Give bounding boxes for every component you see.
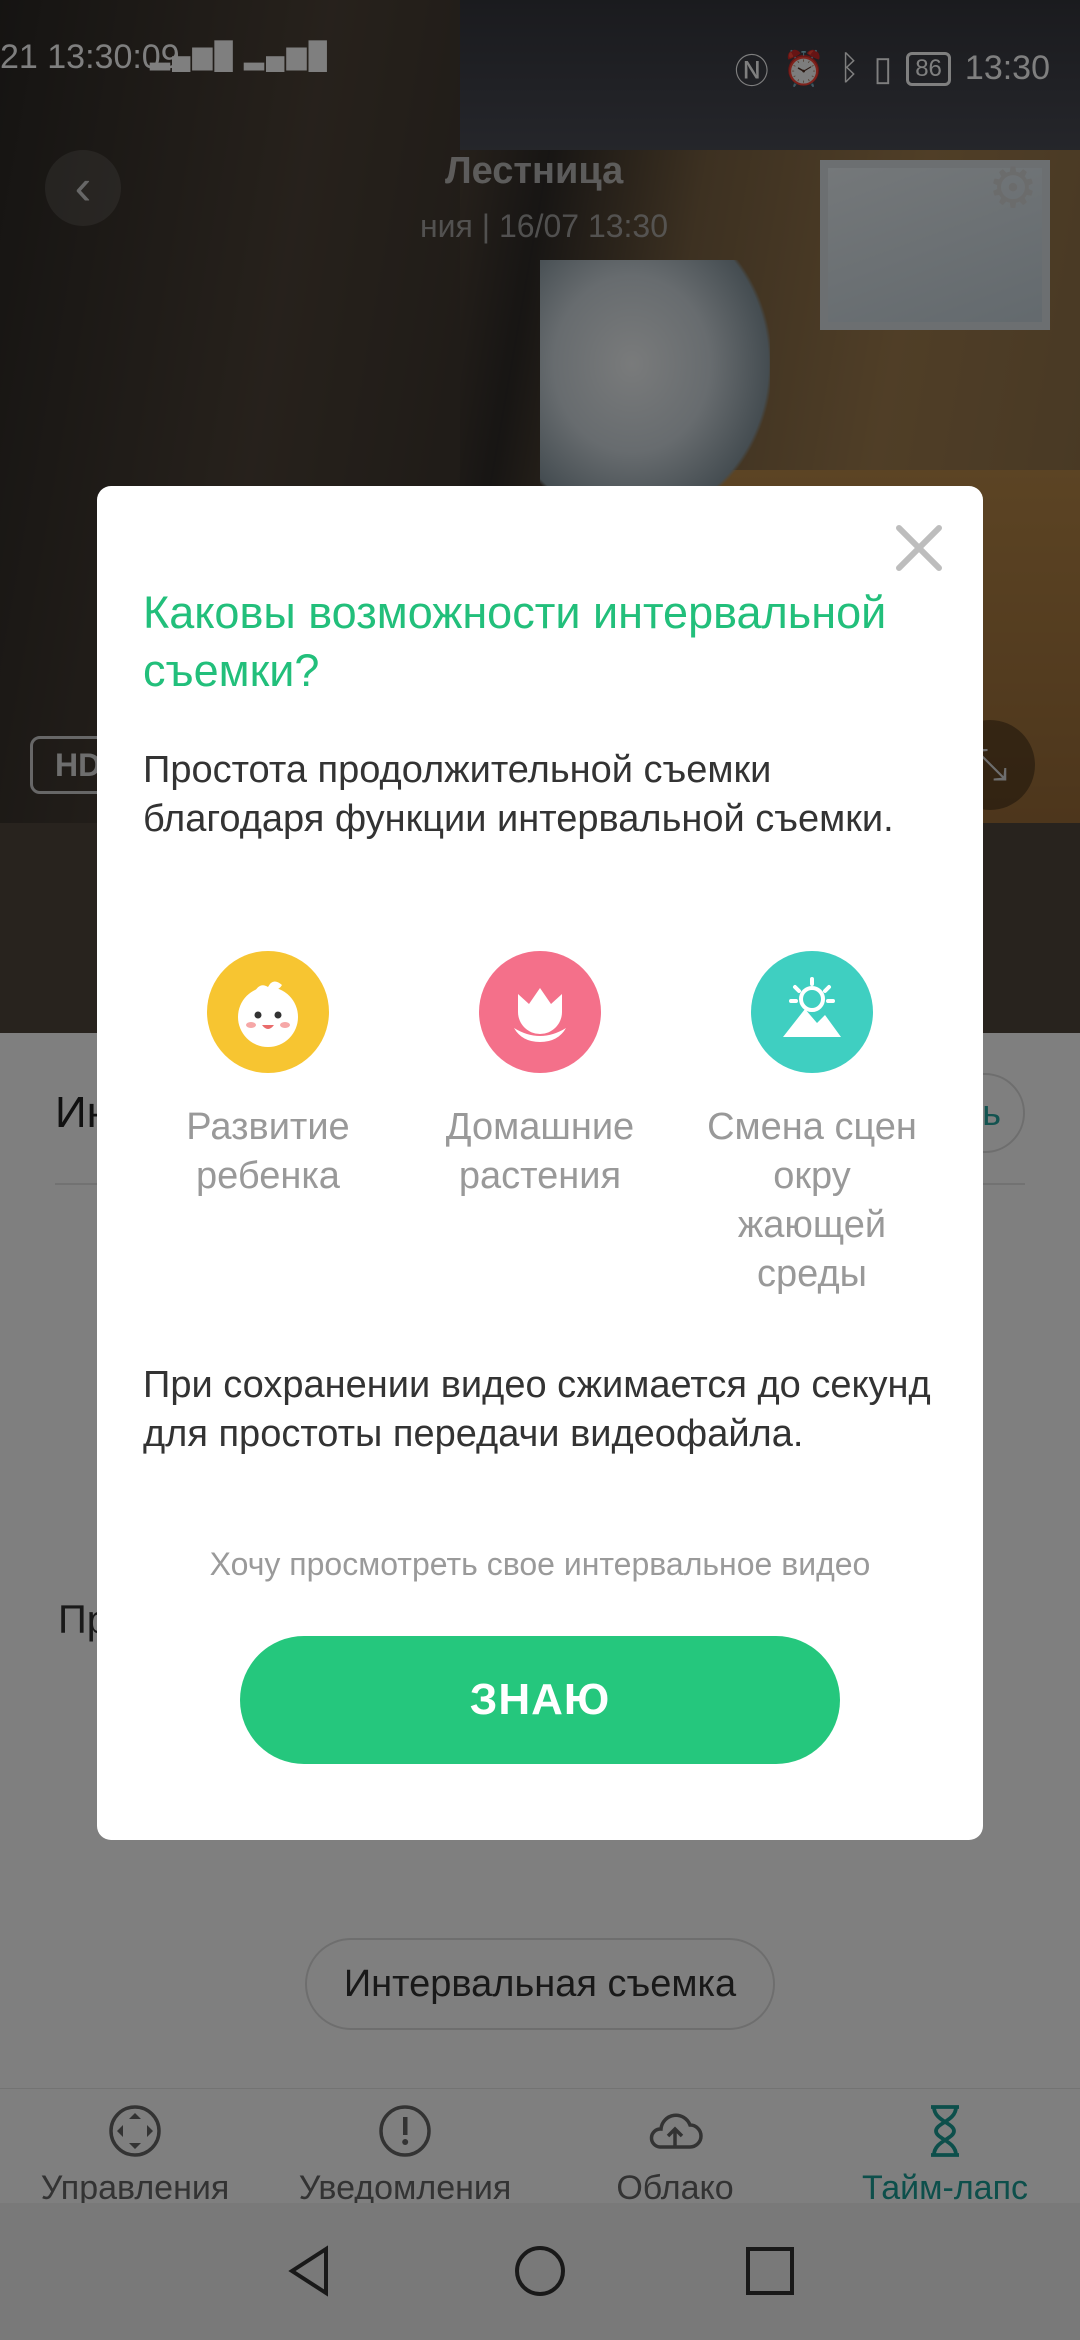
close-icon[interactable] — [891, 520, 947, 576]
timelapse-info-dialog: Каковы возможности интервальной съемки? … — [97, 486, 983, 1840]
dialog-note: При сохранении видео сжимается до секунд… — [143, 1364, 931, 1455]
feature-label: Развитие ребенка — [186, 1106, 350, 1197]
feature-item: Смена сцен окру жающей среды — [676, 951, 948, 1299]
baby-face-icon — [207, 951, 329, 1073]
feature-label: Смена сцен окру жающей среды — [707, 1106, 917, 1295]
feature-item: Развитие ребенка — [132, 951, 404, 1299]
got-it-button[interactable]: ЗНАЮ — [240, 1636, 840, 1764]
view-timelapse-link[interactable]: Хочу просмотреть свое интервальное видео — [97, 1546, 983, 1583]
feature-label: Домашние растения — [445, 1106, 635, 1197]
dialog-intro: Простота продолжительной съемки благодар… — [143, 749, 894, 840]
tulip-icon — [479, 951, 601, 1073]
landscape-sun-icon — [751, 951, 873, 1073]
feature-item: Домашние растения — [404, 951, 676, 1299]
dialog-title: Каковы возможности интервальной съемки? — [143, 587, 887, 696]
feature-list: Развитие ребенка Домашние растения Смена… — [132, 951, 948, 1299]
